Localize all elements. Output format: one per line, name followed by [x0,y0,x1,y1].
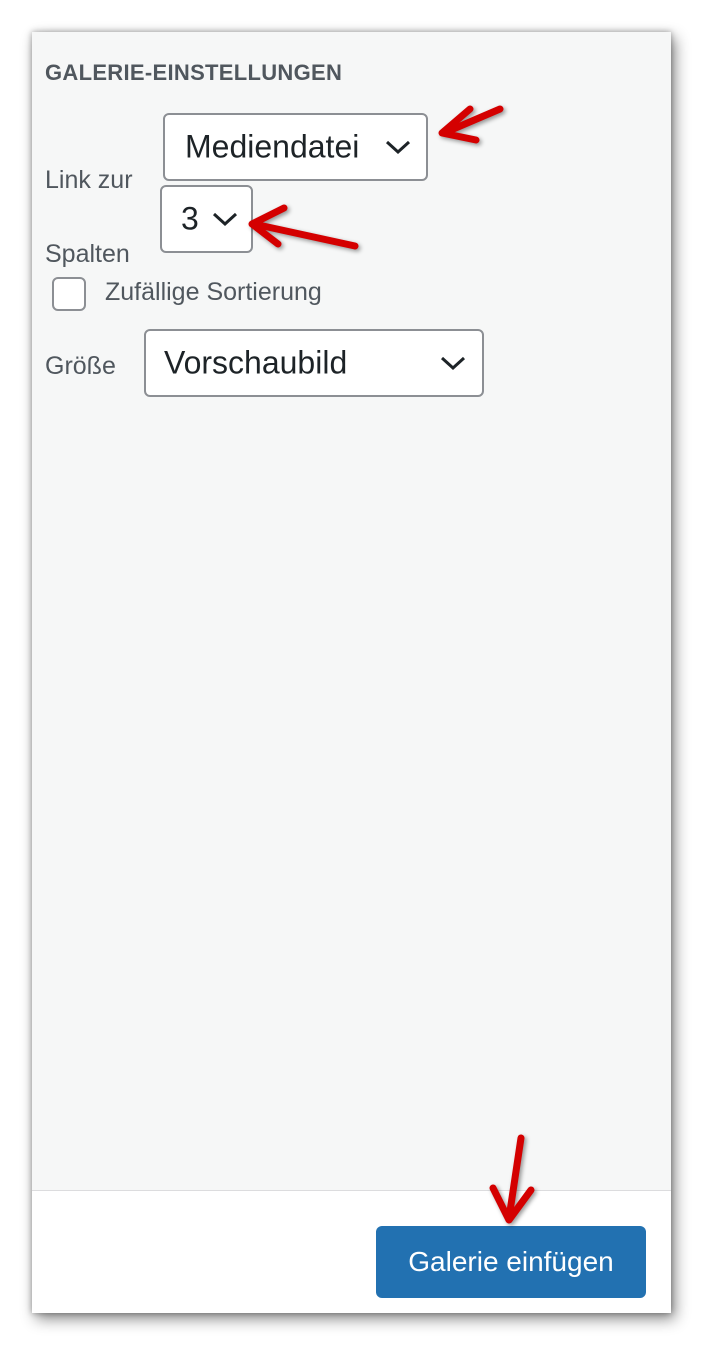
size-label: Größe [45,352,116,380]
section-heading: GALERIE-EINSTELLUNGEN [45,60,343,85]
link-to-select[interactable]: Mediendatei [163,113,428,181]
link-to-value: Mediendatei [185,128,360,165]
random-order-checkbox[interactable] [52,277,86,311]
columns-label: Spalten [45,240,130,268]
link-to-label: Link zur [45,166,133,194]
columns-value: 3 [181,200,199,237]
annotation-arrow [438,105,504,144]
insert-gallery-button[interactable]: Galerie einfügen [376,1226,646,1298]
random-order-label: Zufällige Sortierung [105,278,322,306]
chevron-down-icon [440,356,466,371]
annotation-arrow [248,204,359,250]
chevron-down-icon [385,140,411,155]
size-select[interactable]: Vorschaubild [144,329,484,397]
chevron-down-icon [212,212,238,227]
size-value: Vorschaubild [164,344,348,381]
panel-footer: Galerie einfügen [32,1190,671,1313]
annotation-arrow [489,1134,535,1224]
